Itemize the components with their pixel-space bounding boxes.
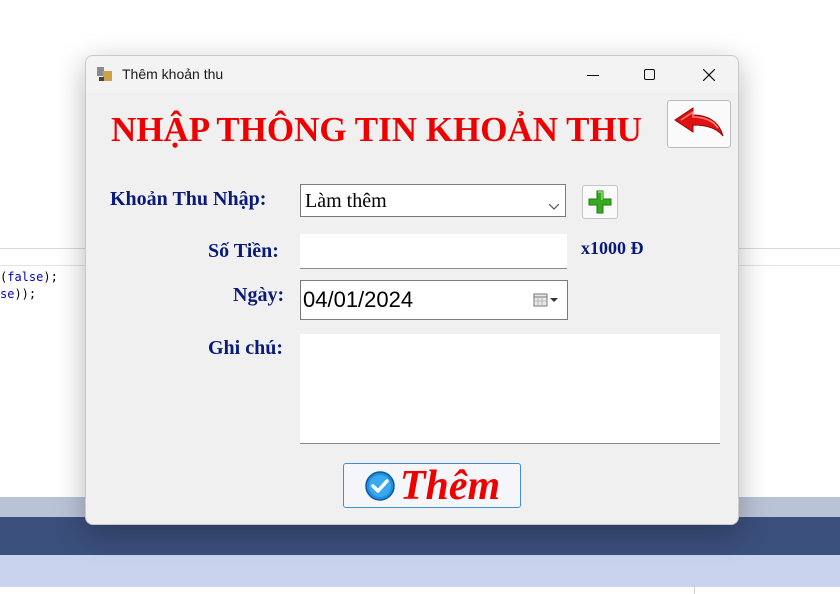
add-submit-button[interactable]: Thêm bbox=[343, 463, 521, 508]
maximize-icon bbox=[644, 68, 655, 80]
background-panel bbox=[0, 587, 840, 594]
note-label: Ghi chú: bbox=[208, 337, 284, 359]
app-icon bbox=[96, 65, 114, 83]
date-value: 04/01/2024 bbox=[303, 287, 414, 312]
category-selected-value: Làm thêm bbox=[305, 190, 387, 212]
page-title: NHẬP THÔNG TIN KHOẢN THU bbox=[111, 110, 642, 149]
check-circle-icon bbox=[365, 470, 395, 501]
minimize-button[interactable] bbox=[564, 56, 622, 93]
note-textarea[interactable] bbox=[300, 334, 720, 444]
close-button[interactable] bbox=[680, 56, 738, 93]
amount-label: Số Tiền: bbox=[208, 240, 279, 262]
date-picker[interactable]: 04/01/2024 bbox=[300, 280, 568, 320]
window-title: Thêm khoản thu bbox=[122, 66, 224, 82]
code-line: (false); bbox=[0, 270, 58, 284]
submit-label: Thêm bbox=[399, 462, 501, 509]
title-bar[interactable]: Thêm khoản thu bbox=[86, 56, 738, 93]
minimize-icon bbox=[587, 74, 599, 76]
background-divider bbox=[694, 587, 695, 594]
plus-icon bbox=[588, 190, 612, 214]
back-button[interactable] bbox=[667, 100, 731, 148]
add-income-dialog: Thêm khoản thu NHẬP THÔNG TIN KHOẢN THU … bbox=[85, 55, 739, 525]
background-panel bbox=[0, 555, 840, 587]
amount-unit: x1000 Đ bbox=[581, 238, 644, 258]
add-category-button[interactable] bbox=[582, 185, 618, 219]
close-icon bbox=[703, 68, 715, 81]
date-label: Ngày: bbox=[233, 284, 285, 306]
calendar-dropdown-icon[interactable] bbox=[533, 292, 559, 313]
chevron-down-icon bbox=[548, 197, 560, 215]
category-select[interactable]: Làm thêm bbox=[300, 184, 566, 217]
maximize-button[interactable] bbox=[621, 56, 679, 93]
amount-input[interactable] bbox=[300, 234, 567, 269]
code-line: se)); bbox=[0, 287, 37, 301]
category-label: Khoản Thu Nhập: bbox=[110, 188, 267, 210]
back-arrow-icon bbox=[674, 107, 724, 137]
